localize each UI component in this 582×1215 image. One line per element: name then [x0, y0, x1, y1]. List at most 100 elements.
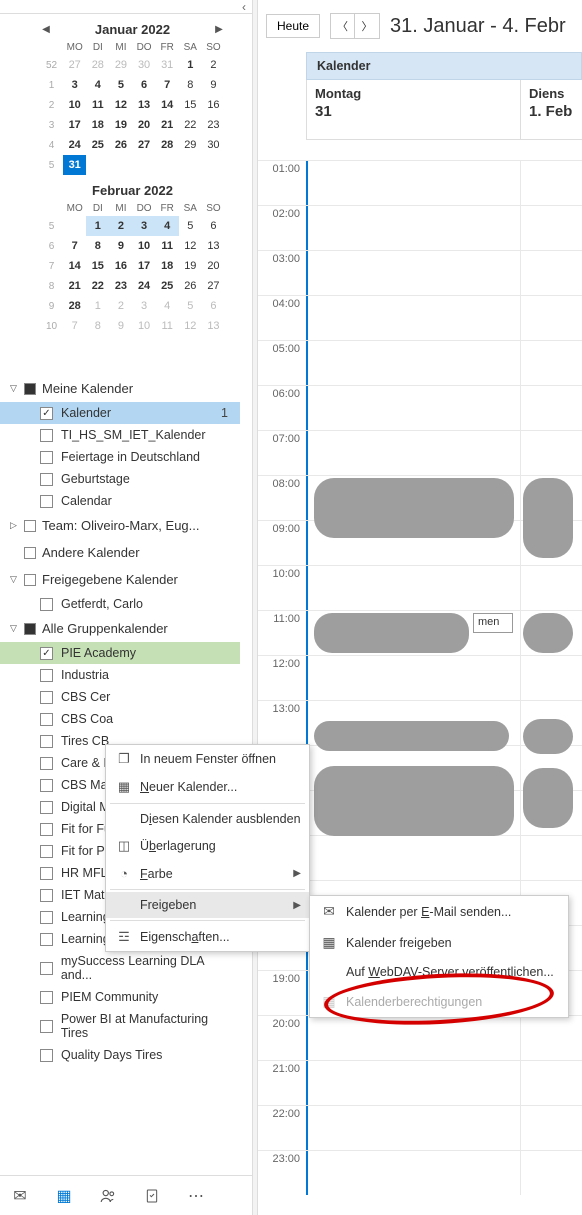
- date-cell[interactable]: 5: [179, 296, 202, 316]
- time-slot[interactable]: [520, 476, 582, 520]
- time-slot[interactable]: [520, 386, 582, 430]
- date-cell[interactable]: 12: [109, 95, 132, 115]
- date-cell[interactable]: 31: [156, 55, 179, 75]
- time-slot[interactable]: [306, 1061, 520, 1105]
- ctx-properties[interactable]: ☲Eigenschaften...: [106, 923, 309, 951]
- time-slot[interactable]: [306, 386, 520, 430]
- checkbox[interactable]: [40, 473, 53, 486]
- date-cell[interactable]: 2: [109, 296, 132, 316]
- date-cell[interactable]: 28: [86, 55, 109, 75]
- time-slot[interactable]: [520, 296, 582, 340]
- date-cell[interactable]: 11: [156, 236, 179, 256]
- date-cell[interactable]: 18: [86, 115, 109, 135]
- date-cell[interactable]: 16: [109, 256, 132, 276]
- date-cell[interactable]: 18: [156, 256, 179, 276]
- date-cell[interactable]: 1: [179, 55, 202, 75]
- date-cell[interactable]: 14: [63, 256, 86, 276]
- checkbox[interactable]: [40, 735, 53, 748]
- time-slot[interactable]: [306, 251, 520, 295]
- checkbox[interactable]: [40, 845, 53, 858]
- sidebar-collapse-button[interactable]: ‹: [0, 0, 252, 14]
- checkbox[interactable]: [40, 713, 53, 726]
- time-slot[interactable]: [520, 251, 582, 295]
- date-cell[interactable]: 21: [63, 276, 86, 296]
- date-cell[interactable]: 2: [202, 55, 225, 75]
- checkbox[interactable]: [40, 1049, 53, 1062]
- calendar-item[interactable]: Industria: [0, 664, 240, 686]
- checkbox[interactable]: [40, 933, 53, 946]
- ctx-share[interactable]: Freigeben▶: [106, 892, 309, 918]
- calendar-name-bar[interactable]: Kalender: [306, 52, 582, 80]
- date-cell[interactable]: 6: [202, 216, 225, 236]
- next-month-icon[interactable]: ▶: [213, 24, 225, 35]
- date-cell[interactable]: 8: [86, 236, 109, 256]
- date-cell[interactable]: 3: [133, 216, 156, 236]
- sub-email-calendar[interactable]: ✉Kalender per E-Mail senden...: [310, 896, 568, 927]
- date-cell[interactable]: 23: [109, 276, 132, 296]
- time-slot[interactable]: [520, 161, 582, 205]
- mail-icon[interactable]: ✉: [10, 1186, 30, 1206]
- date-cell[interactable]: 14: [156, 95, 179, 115]
- date-cell[interactable]: 12: [179, 236, 202, 256]
- date-cell[interactable]: 22: [86, 276, 109, 296]
- time-slot[interactable]: [520, 791, 582, 835]
- date-cell[interactable]: [109, 155, 132, 175]
- calendar-item[interactable]: Kalender1: [0, 402, 240, 424]
- date-cell[interactable]: 5: [179, 216, 202, 236]
- date-cell[interactable]: 10: [133, 316, 156, 336]
- calendar-item[interactable]: PIE Academy: [0, 642, 240, 664]
- date-cell[interactable]: 21: [156, 115, 179, 135]
- calendar-item[interactable]: mySuccess Learning DLA and...: [0, 950, 240, 986]
- date-cell[interactable]: 6: [133, 75, 156, 95]
- time-slot[interactable]: [306, 431, 520, 475]
- checkbox[interactable]: [40, 495, 53, 508]
- group-team[interactable]: ▷Team: Oliveiro-Marx, Eug...: [0, 512, 240, 539]
- date-cell[interactable]: 4: [156, 216, 179, 236]
- time-slot[interactable]: [520, 1106, 582, 1150]
- ctx-hide-calendar[interactable]: Diesen Kalender ausblenden: [106, 806, 309, 832]
- date-cell[interactable]: 10: [63, 95, 86, 115]
- checkbox[interactable]: [40, 757, 53, 770]
- time-slot[interactable]: [306, 161, 520, 205]
- checkbox[interactable]: [40, 598, 53, 611]
- date-cell[interactable]: 9: [109, 316, 132, 336]
- date-cell[interactable]: 30: [133, 55, 156, 75]
- date-cell[interactable]: [156, 155, 179, 175]
- calendar-item[interactable]: Power BI at Manufacturing Tires: [0, 1008, 240, 1044]
- date-cell[interactable]: 16: [202, 95, 225, 115]
- date-cell[interactable]: 3: [63, 75, 86, 95]
- date-cell[interactable]: 17: [133, 256, 156, 276]
- time-slot[interactable]: [520, 746, 582, 790]
- date-cell[interactable]: 22: [179, 115, 202, 135]
- time-slot[interactable]: [306, 206, 520, 250]
- date-cell[interactable]: 8: [179, 75, 202, 95]
- date-cell[interactable]: 13: [133, 95, 156, 115]
- prev-month-icon[interactable]: ◀: [40, 24, 52, 35]
- date-cell[interactable]: 1: [86, 296, 109, 316]
- time-slot[interactable]: [306, 341, 520, 385]
- date-cell[interactable]: 13: [202, 236, 225, 256]
- time-slot[interactable]: [306, 296, 520, 340]
- checkbox[interactable]: [40, 991, 53, 1004]
- checkbox[interactable]: [40, 867, 53, 880]
- time-slot[interactable]: [520, 1061, 582, 1105]
- time-slot[interactable]: [306, 1106, 520, 1150]
- date-cell[interactable]: 1: [86, 216, 109, 236]
- time-slot[interactable]: [520, 836, 582, 880]
- date-cell[interactable]: 19: [179, 256, 202, 276]
- calendar-item[interactable]: Getferdt, Carlo: [0, 593, 240, 615]
- people-icon[interactable]: [98, 1186, 118, 1206]
- calendar-item[interactable]: Geburtstage: [0, 468, 240, 490]
- time-slot[interactable]: [306, 1016, 520, 1060]
- date-cell[interactable]: 4: [86, 75, 109, 95]
- ctx-overlay[interactable]: ◫Überlagerung: [106, 832, 309, 860]
- date-cell[interactable]: 11: [86, 95, 109, 115]
- more-icon[interactable]: ⋯: [186, 1186, 206, 1206]
- calendar-icon[interactable]: ▦: [54, 1186, 74, 1206]
- checkbox[interactable]: [40, 691, 53, 704]
- date-cell[interactable]: 8: [86, 316, 109, 336]
- date-cell[interactable]: [63, 216, 86, 236]
- calendar-item[interactable]: PIEM Community: [0, 986, 240, 1008]
- next-week-icon[interactable]: 〉: [355, 14, 379, 38]
- time-slot[interactable]: men: [306, 611, 520, 655]
